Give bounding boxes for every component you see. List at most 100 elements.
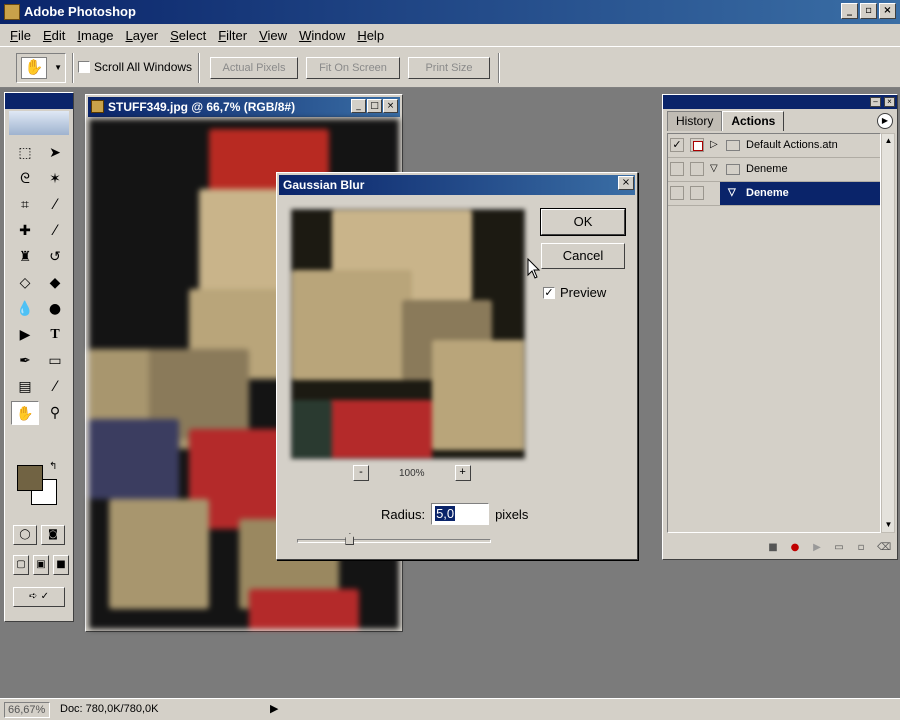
expand-triangle-icon[interactable]: ▷: [710, 139, 718, 150]
paint-bucket-icon[interactable]: ◆: [41, 271, 69, 295]
toggle-dialog-icon[interactable]: [690, 138, 704, 152]
menu-select[interactable]: Select: [164, 28, 212, 43]
clone-stamp-icon[interactable]: ♜: [11, 245, 39, 269]
menu-layer[interactable]: Layer: [120, 28, 165, 43]
history-brush-icon[interactable]: ↺: [41, 245, 69, 269]
toggle-item-check-icon[interactable]: [670, 186, 684, 200]
blur-preview[interactable]: [291, 209, 525, 459]
jump-to-imageready-icon[interactable]: ➪ ✓: [13, 587, 65, 607]
standard-mode-icon[interactable]: ◯: [13, 525, 37, 545]
restore-button[interactable]: ▫: [860, 3, 877, 19]
close-button[interactable]: ×: [879, 3, 896, 19]
preview-option[interactable]: ✓ Preview: [543, 285, 606, 300]
swap-colors-icon[interactable]: ↰: [49, 461, 57, 472]
quick-mask-mode-icon[interactable]: ◙: [41, 525, 65, 545]
toggle-item-check-icon[interactable]: [670, 162, 684, 176]
document-minimize-icon[interactable]: _: [351, 99, 366, 113]
minimize-button[interactable]: _: [841, 3, 858, 19]
move-icon[interactable]: ➤: [41, 141, 69, 165]
palette-menu-icon[interactable]: ▶: [877, 113, 893, 129]
zoom-in-button[interactable]: +: [454, 465, 471, 481]
fit-on-screen-button[interactable]: Fit On Screen: [306, 57, 400, 79]
toggle-dialog-icon[interactable]: [690, 162, 704, 176]
notes-icon[interactable]: ▤: [11, 375, 39, 399]
collapse-triangle-icon[interactable]: ▽: [728, 187, 736, 198]
brush-icon[interactable]: ⁄: [41, 219, 69, 243]
collapse-triangle-icon[interactable]: ▽: [710, 163, 718, 174]
toolbox: ⬚ ➤ ᘓ ✶ ⌗ ⁄ ✚ ⁄ ♜ ↺ ◇ ◆ 💧 ● ▶ T ✒ ▭ ▤ ⁄ …: [4, 92, 74, 622]
options-separator: [72, 53, 74, 83]
document-close-icon[interactable]: ×: [383, 99, 398, 113]
menu-view[interactable]: View: [253, 28, 293, 43]
standard-screen-icon[interactable]: ▢: [13, 555, 29, 575]
play-icon[interactable]: ▶: [811, 542, 823, 554]
print-size-button[interactable]: Print Size: [408, 57, 490, 79]
palette-header[interactable]: – ×: [663, 95, 897, 109]
document-maximize-icon[interactable]: □: [367, 99, 382, 113]
menu-file[interactable]: File: [4, 28, 37, 43]
blur-icon[interactable]: 💧: [11, 297, 39, 321]
eraser-icon[interactable]: ◇: [11, 271, 39, 295]
action-set-row[interactable]: ✓ ▷ Default Actions.atn: [668, 134, 880, 158]
toggle-dialog-icon[interactable]: [690, 186, 704, 200]
foreground-color-swatch[interactable]: [17, 465, 43, 491]
stop-icon[interactable]: ■: [767, 542, 779, 554]
radius-slider-track[interactable]: [297, 539, 491, 543]
new-action-icon[interactable]: ▫: [855, 542, 867, 554]
action-row[interactable]: ▽ Deneme: [668, 182, 880, 206]
toolbox-header[interactable]: [5, 93, 73, 109]
type-icon[interactable]: T: [41, 323, 69, 347]
scroll-down-icon[interactable]: ▼: [883, 519, 894, 531]
menu-filter[interactable]: Filter: [212, 28, 253, 43]
hand-icon[interactable]: ✋: [11, 401, 39, 425]
healing-brush-icon[interactable]: ✚: [11, 219, 39, 243]
radius-input[interactable]: 5,0: [431, 503, 490, 525]
preview-block: [322, 400, 432, 458]
zoom-out-button[interactable]: -: [353, 465, 369, 481]
palette-minimize-icon[interactable]: –: [870, 97, 881, 107]
new-set-icon[interactable]: ▭: [833, 542, 845, 554]
eyedropper-icon[interactable]: ⁄: [41, 375, 69, 399]
scroll-all-windows-option[interactable]: Scroll All Windows: [78, 60, 192, 74]
menu-image[interactable]: Image: [71, 28, 119, 43]
cancel-button[interactable]: Cancel: [541, 243, 625, 269]
feather-logo-icon[interactable]: [9, 111, 69, 135]
tab-actions[interactable]: Actions: [722, 111, 785, 131]
dodge-icon[interactable]: ●: [41, 297, 69, 321]
scroll-up-icon[interactable]: ▲: [883, 135, 894, 147]
document-title-bar[interactable]: STUFF349.jpg @ 66,7% (RGB/8#) _ □ ×: [88, 97, 400, 117]
full-screen-icon[interactable]: ■: [53, 555, 69, 575]
trash-icon[interactable]: ⌫: [877, 542, 891, 554]
marquee-icon[interactable]: ⬚: [11, 141, 39, 165]
slice-icon[interactable]: ⁄: [41, 193, 69, 217]
tab-history[interactable]: History: [667, 111, 723, 131]
rectangle-icon[interactable]: ▭: [41, 349, 69, 373]
status-menu-arrow-icon[interactable]: ▶: [270, 702, 278, 715]
dialog-title[interactable]: Gaussian Blur: [279, 175, 635, 195]
path-select-icon[interactable]: ▶: [11, 323, 39, 347]
radius-slider-thumb[interactable]: [345, 533, 355, 545]
tool-preset-picker[interactable]: ✋ ▼: [16, 53, 66, 83]
pen-icon[interactable]: ✒: [11, 349, 39, 373]
dialog-close-icon[interactable]: ×: [618, 176, 634, 190]
menu-help[interactable]: Help: [351, 28, 390, 43]
preview-block: [292, 400, 332, 458]
toggle-item-check-icon[interactable]: ✓: [670, 138, 684, 152]
actual-pixels-button[interactable]: Actual Pixels: [210, 57, 298, 79]
menu-window[interactable]: Window: [293, 28, 351, 43]
action-set-row[interactable]: ▽ Deneme: [668, 158, 880, 182]
preview-zoom-controls: - 100% +: [353, 465, 471, 481]
zoom-icon[interactable]: ⚲: [41, 401, 69, 425]
menu-edit[interactable]: Edit: [37, 28, 71, 43]
record-icon[interactable]: ●: [789, 542, 801, 554]
scroll-all-windows-checkbox[interactable]: [78, 61, 90, 73]
ok-button[interactable]: OK: [540, 208, 626, 236]
magic-wand-icon[interactable]: ✶: [41, 167, 69, 191]
actions-scrollbar[interactable]: ▲ ▼: [881, 133, 895, 533]
preview-checkbox[interactable]: ✓: [543, 286, 555, 299]
palette-close-icon[interactable]: ×: [884, 97, 895, 107]
lasso-icon[interactable]: ᘓ: [11, 167, 39, 191]
crop-icon[interactable]: ⌗: [11, 193, 39, 217]
zoom-level-field[interactable]: 66,67%: [4, 702, 50, 718]
full-screen-menu-icon[interactable]: ▣: [33, 555, 49, 575]
